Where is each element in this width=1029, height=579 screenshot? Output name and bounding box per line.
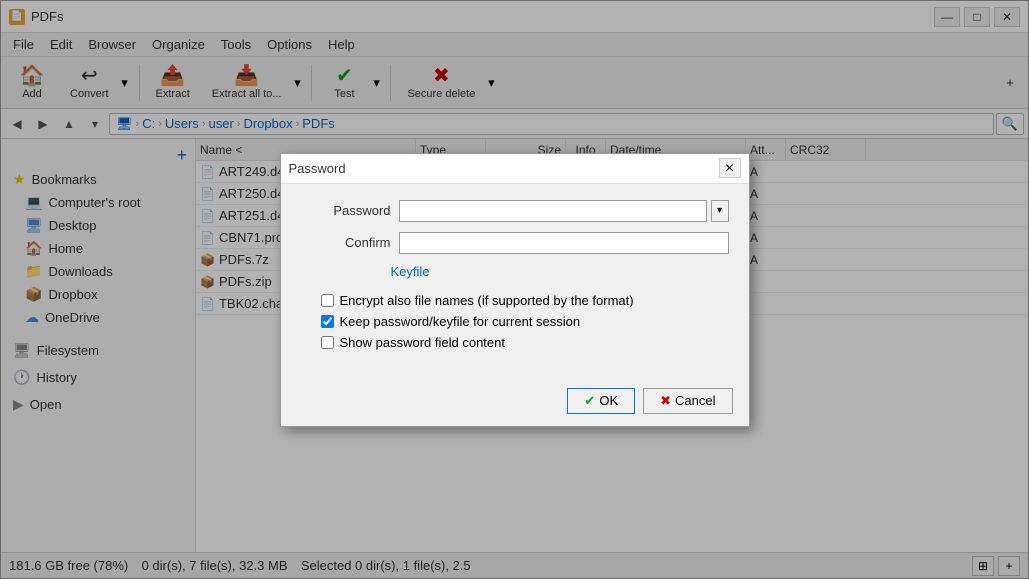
cancel-label: Cancel	[675, 393, 715, 408]
ok-icon: ✔	[584, 393, 595, 409]
keyfile-link[interactable]: Keyfile	[391, 264, 430, 279]
encrypt-filenames-label: Encrypt also file names (if supported by…	[340, 293, 634, 308]
ok-label: OK	[599, 393, 618, 408]
password-input-wrap: ▾	[399, 200, 729, 222]
dialog-body: Password ▾ Confirm Keyfile	[281, 184, 749, 380]
dialog-checkboxes: Encrypt also file names (if supported by…	[301, 289, 729, 364]
confirm-input-wrap	[399, 232, 729, 254]
password-type-dropdown[interactable]: ▾	[711, 200, 729, 222]
keep-password-label: Keep password/keyfile for current sessio…	[340, 314, 581, 329]
dialog-title: Password	[289, 161, 719, 176]
password-input[interactable]	[399, 200, 707, 222]
confirm-row: Confirm	[301, 232, 729, 254]
password-dialog: Password ✕ Password ▾ Confirm K	[280, 153, 750, 427]
password-row: Password ▾	[301, 200, 729, 222]
show-password-row: Show password field content	[321, 335, 729, 350]
show-password-label: Show password field content	[340, 335, 505, 350]
cancel-icon: ✖	[660, 393, 671, 409]
dialog-overlay: Password ✕ Password ▾ Confirm K	[0, 0, 1029, 579]
cancel-button[interactable]: ✖ Cancel	[643, 388, 732, 414]
confirm-label: Confirm	[301, 235, 391, 250]
show-password-checkbox[interactable]	[321, 336, 334, 349]
confirm-input[interactable]	[399, 232, 729, 254]
keep-password-row: Keep password/keyfile for current sessio…	[321, 314, 729, 329]
password-label: Password	[301, 203, 391, 218]
keep-password-checkbox[interactable]	[321, 315, 334, 328]
encrypt-filenames-row: Encrypt also file names (if supported by…	[321, 293, 729, 308]
encrypt-filenames-checkbox[interactable]	[321, 294, 334, 307]
keyfile-row: Keyfile	[301, 264, 729, 279]
dialog-title-bar: Password ✕	[281, 154, 749, 184]
dialog-footer: ✔ OK ✖ Cancel	[281, 380, 749, 426]
ok-button[interactable]: ✔ OK	[567, 388, 635, 414]
dialog-close-button[interactable]: ✕	[719, 158, 741, 178]
